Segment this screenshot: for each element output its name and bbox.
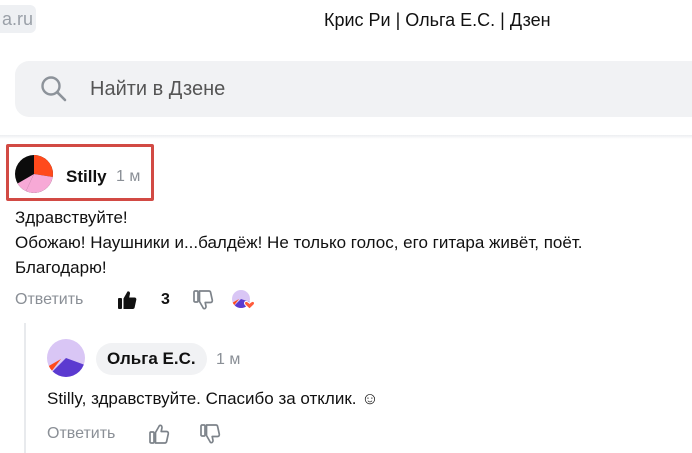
like-filled-icon[interactable]: [116, 289, 138, 311]
comment-line: Благодарю!: [15, 258, 107, 277]
reply-actions: Ответить: [47, 423, 247, 447]
search-section: [0, 43, 692, 135]
reply-time: 1 м: [216, 351, 241, 368]
reply-button[interactable]: Ответить: [15, 291, 83, 309]
search-box[interactable]: [15, 61, 692, 117]
comment-line: Здравствуйте!: [15, 208, 128, 227]
address-bar-fragment[interactable]: a.ru: [0, 5, 36, 33]
comment-text: Здравствуйте! Обожаю! Наушники и...балдё…: [15, 205, 582, 280]
reply-author-name[interactable]: Ольга Е.С.: [96, 343, 207, 375]
search-input[interactable]: [90, 61, 590, 117]
reply-text: Stilly, здравствуйте. Спасибо за отклик.…: [47, 389, 379, 408]
like-icon[interactable]: [148, 423, 170, 445]
page-title: Крис Ри | Ольга Е.С. | Дзен: [324, 10, 551, 30]
browser-top-bar: a.ru Крис Ри | Ольга Е.С. | Дзен: [0, 0, 692, 42]
avatar[interactable]: [47, 339, 85, 377]
comment-author-highlight: Stilly 1 м: [6, 144, 154, 201]
header-divider: [0, 135, 692, 139]
dislike-icon[interactable]: [199, 423, 221, 445]
comment-author-name[interactable]: Stilly: [66, 167, 107, 187]
comment-time: 1 м: [116, 168, 141, 185]
like-count: 3: [161, 291, 170, 308]
dislike-icon[interactable]: [192, 289, 214, 311]
comment-actions: Ответить 3: [15, 289, 275, 313]
avatar[interactable]: [15, 155, 53, 193]
author-heart-avatar-icon: [232, 290, 255, 310]
reply-button[interactable]: Ответить: [47, 425, 115, 443]
search-icon: [41, 76, 67, 102]
thread-line: [24, 323, 26, 453]
comment-line: Обожаю! Наушники и...балдёж! Не только г…: [15, 233, 583, 252]
